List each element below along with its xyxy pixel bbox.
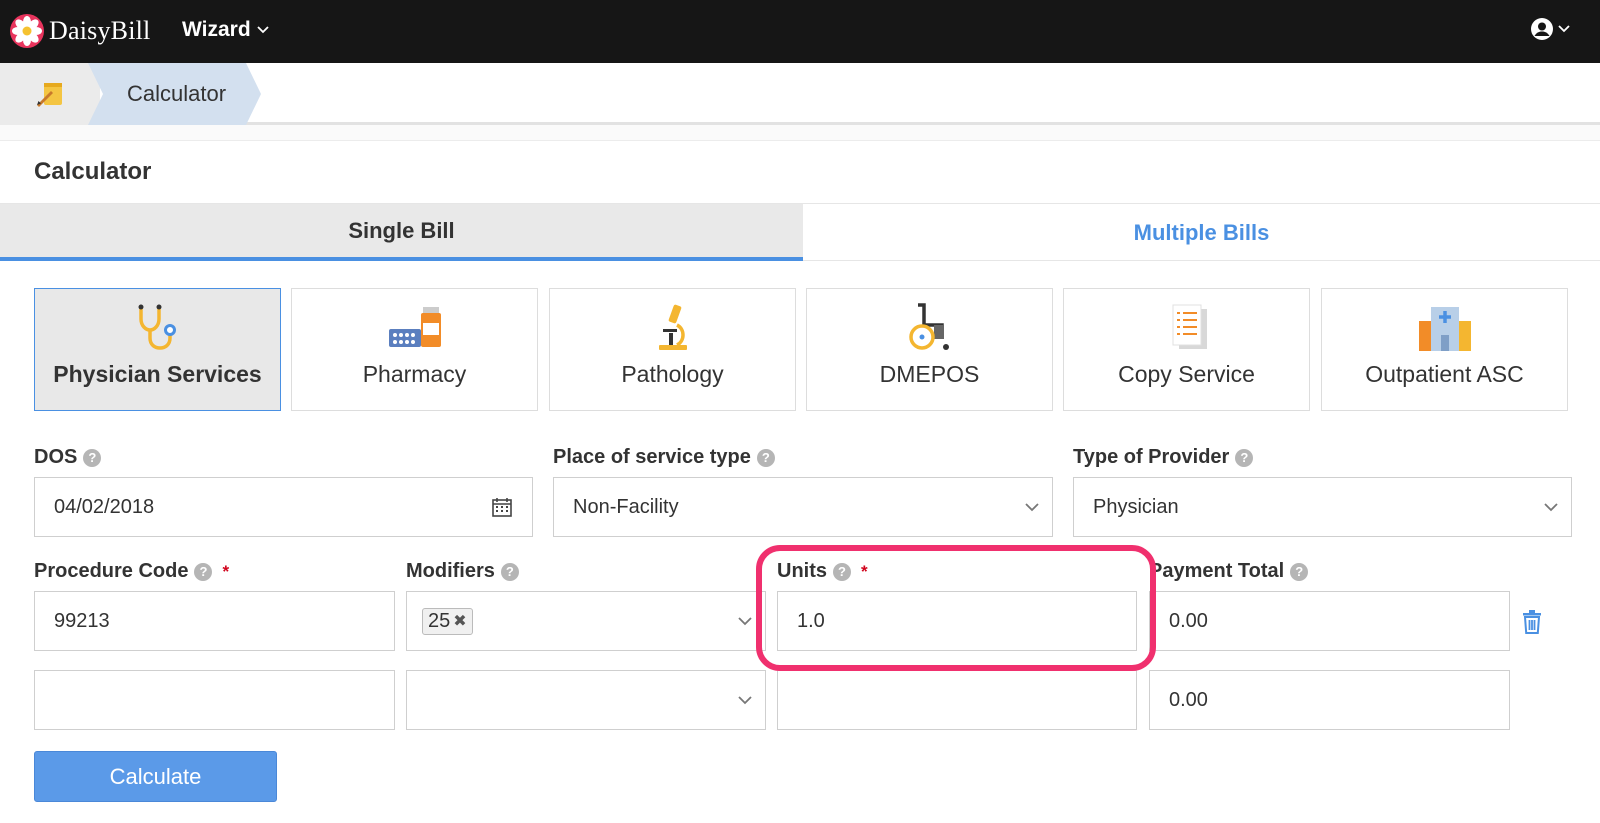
- calculate-button[interactable]: Calculate: [34, 751, 277, 802]
- required-marker: *: [222, 561, 230, 581]
- daisy-logo-icon: [10, 14, 44, 48]
- document-copy-icon: [1172, 304, 1207, 349]
- user-menu[interactable]: [1530, 17, 1570, 41]
- place-of-service-value: Non-Facility: [573, 495, 679, 518]
- procedure-code-value: 99213: [54, 609, 110, 632]
- category-physician-services[interactable]: Physician Services: [34, 288, 281, 411]
- modifiers-select[interactable]: 25 ✖: [406, 591, 766, 651]
- user-avatar-icon: [1531, 18, 1553, 40]
- category-pathology[interactable]: Pathology: [549, 288, 796, 411]
- modifiers-label: Modifiers ?: [406, 560, 519, 583]
- wizard-menu-label: Wizard: [182, 18, 251, 41]
- notepad-pencil-icon: [37, 83, 62, 107]
- breadcrumb: Calculator: [0, 63, 1600, 125]
- help-icon[interactable]: ?: [83, 448, 102, 467]
- units-label: Units ? *: [777, 560, 868, 583]
- tab-single-bill[interactable]: Single Bill: [0, 204, 803, 261]
- place-of-service-label-text: Place of service type: [553, 446, 751, 468]
- category-pharmacy[interactable]: Pharmacy: [291, 288, 538, 411]
- payment-total-field: 0.00: [1149, 670, 1510, 730]
- required-marker: *: [861, 561, 868, 581]
- procedure-code-label-text: Procedure Code: [34, 560, 189, 582]
- category-outpatient-asc[interactable]: Outpatient ASC: [1321, 288, 1568, 411]
- category-label: DMEPOS: [879, 361, 980, 387]
- provider-type-label: Type of Provider ?: [1073, 446, 1254, 469]
- microscope-icon: [658, 304, 687, 350]
- modifiers-label-text: Modifiers: [406, 560, 495, 582]
- remove-tag-icon[interactable]: ✖: [453, 611, 466, 631]
- category-label: Pharmacy: [362, 361, 467, 387]
- category-label: Physician Services: [53, 361, 262, 387]
- breadcrumb-home[interactable]: [0, 63, 100, 125]
- category-label: Outpatient ASC: [1365, 361, 1524, 387]
- breadcrumb-current: Calculator: [127, 81, 227, 106]
- chevron-down-icon: [738, 696, 752, 705]
- dos-label-text: DOS: [34, 446, 78, 468]
- brand-logo-link[interactable]: DaisyBill: [10, 13, 150, 49]
- payment-total-field: 0.00: [1149, 591, 1510, 651]
- stethoscope-icon: [138, 304, 176, 350]
- category-label: Pathology: [621, 361, 724, 387]
- hospital-icon: [1418, 307, 1471, 351]
- dos-label: DOS ?: [34, 446, 102, 469]
- calendar-icon[interactable]: [492, 497, 512, 517]
- dos-input[interactable]: 04/02/2018: [34, 477, 533, 537]
- modifier-tag: 25 ✖: [422, 607, 473, 635]
- units-input[interactable]: [777, 670, 1137, 730]
- help-icon[interactable]: ?: [194, 562, 213, 581]
- top-navbar: DaisyBill Wizard: [0, 0, 1600, 63]
- page-title: Calculator: [34, 158, 152, 185]
- wheelchair-icon: [908, 303, 949, 350]
- category-dmepos[interactable]: DMEPOS: [806, 288, 1053, 411]
- help-icon[interactable]: ?: [1235, 448, 1254, 467]
- chevron-down-icon: [1558, 25, 1570, 33]
- payment-total-value: 0.00: [1169, 609, 1208, 632]
- help-icon[interactable]: ?: [1290, 562, 1309, 581]
- units-value: 1.0: [797, 609, 825, 632]
- help-icon[interactable]: ?: [756, 448, 775, 467]
- brand-name: DaisyBill: [49, 16, 151, 45]
- chevron-down-icon: [257, 26, 269, 34]
- procedure-code-input[interactable]: [34, 670, 395, 730]
- chevron-down-icon: [1544, 503, 1558, 512]
- units-label-text: Units: [777, 560, 827, 582]
- help-icon[interactable]: ?: [500, 562, 519, 581]
- provider-type-select[interactable]: Physician: [1073, 477, 1572, 537]
- category-label: Copy Service: [1118, 361, 1255, 387]
- place-of-service-label: Place of service type ?: [553, 446, 775, 469]
- place-of-service-select[interactable]: Non-Facility: [553, 477, 1053, 537]
- tab-multiple-bills[interactable]: Multiple Bills: [803, 204, 1600, 261]
- payment-total-label: Payment Total ?: [1149, 560, 1309, 583]
- chevron-down-icon: [1025, 503, 1039, 512]
- dos-value: 04/02/2018: [54, 495, 155, 518]
- provider-type-value: Physician: [1093, 495, 1179, 518]
- provider-type-label-text: Type of Provider: [1073, 446, 1230, 468]
- category-copy-service[interactable]: Copy Service: [1063, 288, 1310, 411]
- wizard-menu[interactable]: Wizard: [182, 18, 269, 42]
- payment-total-value: 0.00: [1169, 688, 1208, 711]
- bill-tabs: Single Bill Multiple Bills: [0, 203, 1600, 261]
- help-icon[interactable]: ?: [833, 562, 851, 581]
- trash-icon[interactable]: [1522, 610, 1542, 634]
- payment-total-label-text: Payment Total: [1149, 560, 1285, 582]
- procedure-code-input[interactable]: 99213: [34, 591, 395, 651]
- units-input[interactable]: 1.0: [777, 591, 1137, 651]
- chevron-down-icon: [738, 617, 752, 626]
- modifiers-select[interactable]: [406, 670, 766, 730]
- modifier-tag-label: 25: [428, 609, 451, 632]
- pills-icon: [388, 307, 441, 347]
- procedure-code-label: Procedure Code ? *: [34, 560, 229, 583]
